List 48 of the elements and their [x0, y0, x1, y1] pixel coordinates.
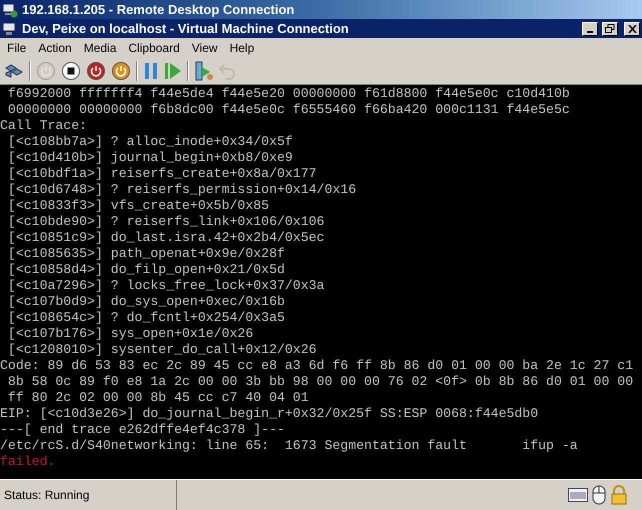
console-line: [<c10d6748>] ? reiserfs_permission+0x14/0x16	[6, 182, 356, 198]
status-text: Status: Running	[4, 487, 90, 504]
console-line: [<c10bdf1a>] reiserfs_create+0x8a/0x177	[6, 166, 317, 182]
menu-item[interactable]: Media	[78, 38, 122, 58]
menu-item[interactable]: Action	[32, 38, 78, 58]
keyboard-icon	[568, 488, 588, 502]
power-icon[interactable]	[86, 61, 106, 81]
minimize-icon	[587, 30, 593, 32]
console-line: Code: 89 d6 53 83 ec 2c 89 45 cc e8 a3 6d f6 ff 8b 86 d0 01 00 00 ba 2e 1c 27 c1	[0, 358, 634, 374]
window-title: Dev, Peixe on localhost - Virtual Machine Connection	[22, 20, 350, 38]
console-line: [<c1208010>] sysenter_do_call+0x12/0x26	[6, 342, 317, 358]
console-line: [<c1085635>] path_openat+0x9e/0x28f	[6, 246, 285, 262]
window-title: 192.168.1.205 - Remote Desktop Connection	[22, 0, 294, 19]
stop-icon[interactable]	[61, 61, 81, 81]
menu-item[interactable]: Clipboard	[122, 38, 186, 58]
console-line: [<c108654c>] ? do_fcntl+0x254/0x3a5	[6, 310, 285, 326]
console-line: 8b 58 0c 89 f0 e8 1a 2c 00 00 3b bb 98 00 00 00 76 02 <0f> 0b 8b 86 d0 01 00 00	[6, 374, 634, 390]
console-line: ---[ end trace e262dffe4ef4c378 ]---	[0, 422, 285, 438]
power-icon[interactable]	[111, 61, 131, 81]
console-line: ff 80 2c 02 00 00 8b 45 cc c7 40 04 01	[6, 390, 309, 406]
error-line: failed.	[0, 454, 56, 470]
computer-icon	[2, 20, 18, 36]
minimize-button[interactable]	[582, 22, 598, 36]
restore-button[interactable]	[602, 22, 618, 36]
snapshot-icon[interactable]	[194, 61, 214, 81]
menu-item[interactable]: View	[186, 38, 224, 58]
console-line: [<c10851c9>] do_last.isra.42+0x2b4/0x5ec	[6, 230, 324, 246]
console-line: [<c108bb7a>] ? alloc_inode+0x34/0x5f	[6, 134, 293, 150]
lock-icon	[610, 485, 628, 505]
console-line: [<c10858d4>] do_filp_open+0x21/0x5d	[6, 262, 285, 278]
mouse-icon	[592, 485, 606, 505]
console-line: 00000000 00000000 f6b8dc00 f44e5e0c f6555460 f66ba420 000c1131 f44e5e5c	[6, 102, 570, 118]
menu-item[interactable]: Help	[224, 38, 260, 58]
console-line: [<c10833f3>] vfs_create+0x5b/0x85	[6, 198, 270, 214]
console-line: f6992000 fffffff4 f44e5de4 f44e5e20 00000000 f61d8800 f44e5e0c c10d410b	[6, 86, 570, 102]
console-line: [<c107b176>] sys_open+0x1e/0x26	[6, 326, 254, 342]
computer-icon	[2, 2, 18, 18]
console-line: [<c10a7296>] ? locks_free_lock+0x37/0x3a	[6, 278, 324, 294]
close-button[interactable]	[624, 22, 640, 36]
restore-icon	[605, 24, 615, 33]
console-line: [<c10d410b>] journal_begin+0xb8/0xe9	[6, 150, 293, 166]
console-line: EIP: [<c10d3e26>] do_journal_begin_r+0x32/0x25f SS:ESP 0068:f44e5db0	[0, 406, 538, 422]
console-line: [<c107b0d9>] do_sys_open+0xec/0x16b	[6, 294, 285, 310]
menu-item[interactable]: File	[1, 38, 32, 58]
console-line: Call Trace:	[0, 118, 88, 134]
console-line: /etc/rcS.d/S40networking: line 65: 1673 Segmentation fault ifup -a	[0, 438, 578, 454]
console-line: [<c10bde90>] ? reiserfs_link+0x106/0x106	[6, 214, 324, 230]
close-icon	[628, 24, 636, 32]
